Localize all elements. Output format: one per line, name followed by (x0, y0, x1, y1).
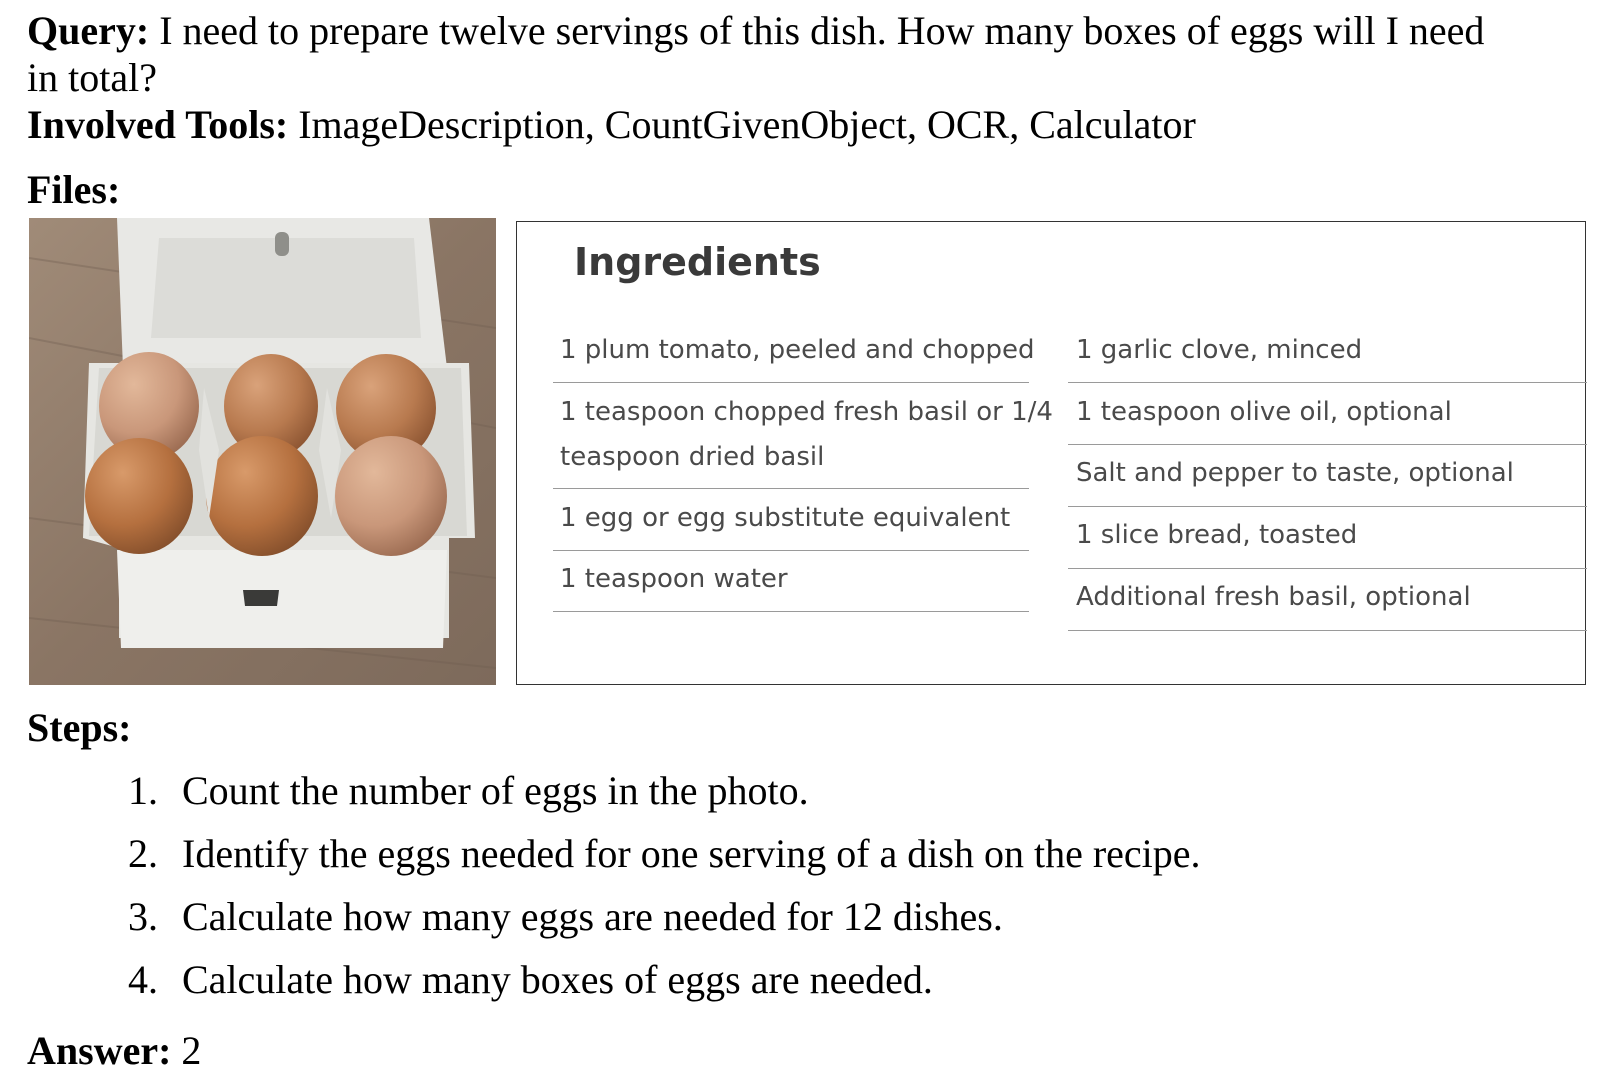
tools-label: Involved Tools: (27, 102, 289, 147)
ingredient-item: 1 teaspoon water (560, 564, 788, 594)
ingredient-item: Salt and pepper to taste, optional (1076, 458, 1514, 488)
document-page: Query: I need to prepare twelve servings… (0, 0, 1622, 1080)
query-text: I need to prepare twelve servings of thi… (149, 8, 1485, 53)
ingredient-item-continued: teaspoon dried basil (560, 442, 825, 472)
answer-label: Answer: (27, 1028, 172, 1073)
answer-line: Answer: 2 (27, 1028, 201, 1074)
step-item: 1. Count the number of eggs in the photo. (128, 768, 809, 814)
divider (1068, 506, 1587, 507)
step-item: 2. Identify the eggs needed for one servi… (128, 831, 1201, 877)
tools-text: ImageDescription, CountGivenObject, OCR,… (288, 102, 1196, 147)
steps-label: Steps: (27, 705, 131, 751)
divider (553, 488, 1029, 489)
divider (1068, 568, 1587, 569)
divider (1068, 382, 1587, 383)
step-text: Identify the eggs needed for one serving… (182, 831, 1201, 876)
divider (553, 611, 1029, 612)
step-number: 3. (128, 894, 158, 939)
ingredients-title: Ingredients (574, 240, 821, 284)
step-number: 1. (128, 768, 158, 813)
tools-line: Involved Tools: ImageDescription, CountG… (27, 102, 1196, 148)
files-label-text: Files: (27, 167, 121, 212)
files-label: Files: (27, 167, 120, 213)
ingredient-item: 1 garlic clove, minced (1076, 335, 1363, 365)
step-number: 4. (128, 957, 158, 1002)
steps-label-text: Steps: (27, 705, 132, 750)
query-text-continued: in total? (27, 55, 157, 100)
step-text: Calculate how many eggs are needed for 1… (182, 894, 1003, 939)
ingredient-item: Additional fresh basil, optional (1076, 582, 1471, 612)
egg-carton-photo (29, 218, 496, 685)
step-item: 3. Calculate how many eggs are needed for… (128, 894, 1003, 940)
query-line: Query: I need to prepare twelve servings… (27, 8, 1484, 54)
ingredient-item: 1 slice bread, toasted (1076, 520, 1358, 550)
query-label: Query: (27, 8, 150, 53)
ingredients-card: Ingredients 1 plum tomato, peeled and ch… (516, 221, 1587, 685)
divider (1068, 444, 1587, 445)
step-text: Count the number of eggs in the photo. (182, 768, 809, 813)
step-item: 4. Calculate how many boxes of eggs are n… (128, 957, 933, 1003)
divider (553, 382, 1029, 383)
answer-value: 2 (171, 1028, 202, 1073)
egg-carton-image (29, 218, 496, 685)
step-number: 2. (128, 831, 158, 876)
step-text: Calculate how many boxes of eggs are nee… (182, 957, 933, 1002)
divider (1068, 630, 1587, 631)
ingredient-item: 1 plum tomato, peeled and chopped (560, 335, 1035, 365)
ingredient-item: 1 teaspoon olive oil, optional (1076, 397, 1452, 427)
ingredient-item: 1 teaspoon chopped fresh basil or 1/4 (560, 397, 1053, 427)
divider (553, 550, 1029, 551)
ingredient-item: 1 egg or egg substitute equivalent (560, 503, 1011, 533)
